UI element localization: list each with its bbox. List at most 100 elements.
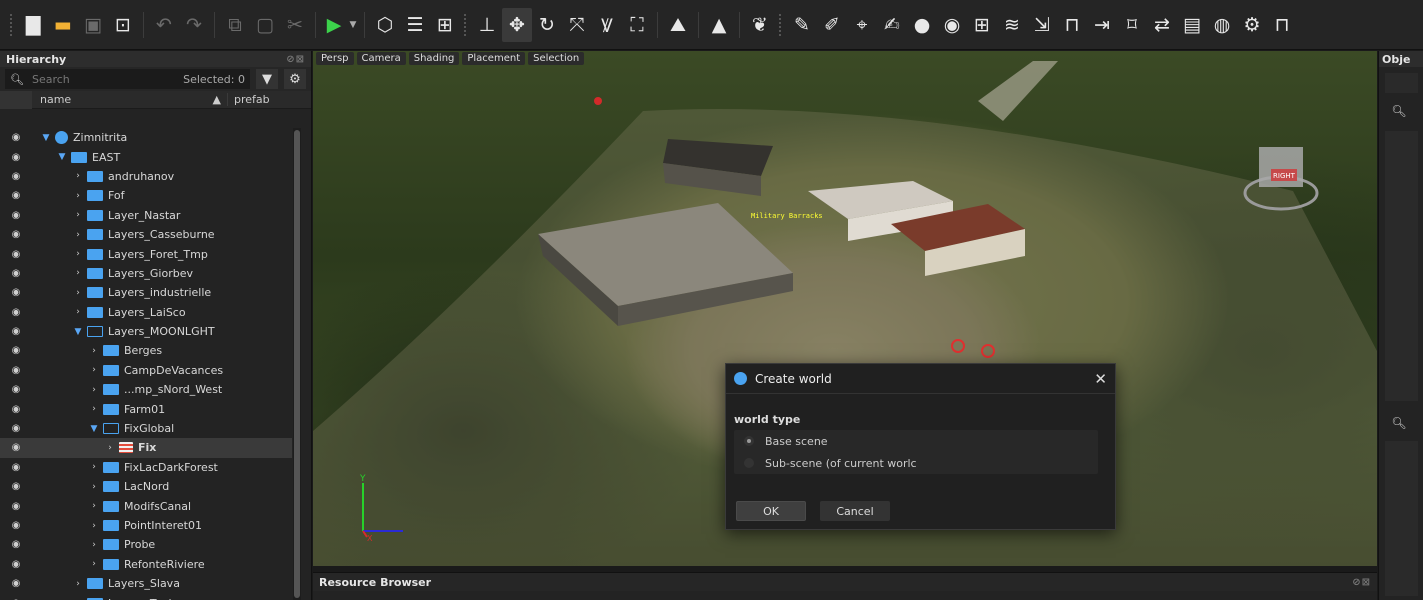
- object-panel-list[interactable]: [1385, 441, 1418, 596]
- visibility-eye-icon[interactable]: ◉: [0, 520, 32, 531]
- mountain-icon[interactable]: ≋: [997, 8, 1027, 42]
- close-icon[interactable]: ✕: [1094, 370, 1107, 388]
- visibility-eye-icon[interactable]: ◉: [0, 559, 32, 570]
- viewport-tab-shading[interactable]: Shading: [408, 52, 460, 65]
- chevron-right-icon[interactable]: ›: [88, 559, 100, 569]
- radio-selected-icon[interactable]: [744, 436, 754, 446]
- tree-row[interactable]: ◉ › RefonteRiviere: [0, 555, 292, 574]
- toolbar-grip[interactable]: [464, 13, 468, 36]
- tree-row[interactable]: ◉ ▼ FixGlobal: [0, 419, 292, 438]
- tree-icon[interactable]: ▲: [704, 8, 734, 42]
- chevron-right-icon[interactable]: ›: [104, 443, 116, 453]
- terrain-icon[interactable]: ⛰: [663, 8, 693, 42]
- tree-row[interactable]: ◉ › LacNord: [0, 477, 292, 496]
- play-icon[interactable]: ▶: [321, 8, 347, 42]
- play-dropdown-chevron-icon[interactable]: ▼: [347, 20, 359, 30]
- chevron-right-icon[interactable]: ›: [88, 385, 100, 395]
- ok-button[interactable]: OK: [736, 501, 806, 521]
- copy-icon[interactable]: ⧉: [220, 8, 250, 42]
- tree-row[interactable]: ◉ › Layers_LaiSco: [0, 303, 292, 322]
- move-icon[interactable]: ✥: [502, 7, 532, 42]
- hierarchy-search-box[interactable]: 🔍︎ Selected: 0: [5, 69, 250, 89]
- tree-row[interactable]: ◉ › Layers_Giorbev: [0, 264, 292, 283]
- filter-icon[interactable]: ▼: [256, 69, 278, 89]
- layers-icon[interactable]: ☰: [400, 8, 430, 42]
- radio-sub-scene[interactable]: Sub-scene (of current worlc: [734, 452, 1098, 474]
- visibility-eye-icon[interactable]: ◉: [0, 404, 32, 415]
- tree-row[interactable]: ◉›Layers_Tanin: [0, 593, 292, 600]
- visibility-eye-icon[interactable]: ◉: [0, 249, 32, 260]
- chevron-down-icon[interactable]: ▼: [56, 152, 68, 162]
- import-icon[interactable]: ⇲: [1027, 8, 1057, 42]
- chevron-right-icon[interactable]: ›: [88, 462, 100, 472]
- tree-row[interactable]: ◉ › Layers_Slava: [0, 574, 292, 593]
- chevron-right-icon[interactable]: ›: [72, 230, 84, 240]
- panel-window-controls-icon[interactable]: ⊘⊠: [286, 54, 305, 65]
- visibility-eye-icon[interactable]: ◉: [0, 501, 32, 512]
- visibility-eye-icon[interactable]: ◉: [0, 423, 32, 434]
- chevron-right-icon[interactable]: ›: [72, 210, 84, 220]
- radio-base-scene[interactable]: Base scene: [734, 430, 1098, 452]
- name-column-header[interactable]: name ▲: [32, 93, 227, 106]
- object-panel-field[interactable]: [1385, 73, 1418, 93]
- visibility-eye-icon[interactable]: ◉: [0, 171, 32, 182]
- save-as-icon[interactable]: ⊡: [108, 8, 138, 42]
- search-icon[interactable]: 🔍︎: [1385, 101, 1413, 121]
- visibility-eye-icon[interactable]: ◉: [0, 307, 32, 318]
- paste-icon[interactable]: ▢: [250, 8, 280, 42]
- visibility-eye-icon[interactable]: ◉: [0, 210, 32, 221]
- tree-row[interactable]: ◉ › Farm01: [0, 399, 292, 418]
- visibility-eye-icon[interactable]: ◉: [0, 365, 32, 376]
- ground-snap-icon[interactable]: ⊥: [472, 8, 502, 42]
- swap-icon[interactable]: ⇄: [1147, 8, 1177, 42]
- chevron-right-icon[interactable]: ›: [88, 404, 100, 414]
- cut-icon[interactable]: ✂: [280, 8, 310, 42]
- tree-row[interactable]: ◉ ▼ Zimnitrita: [0, 128, 292, 147]
- visibility-eye-icon[interactable]: ◉: [0, 132, 32, 143]
- tree-row[interactable]: ◉ › FixLacDarkForest: [0, 458, 292, 477]
- visibility-eye-icon[interactable]: ◉: [0, 345, 32, 356]
- tree-row[interactable]: ◉ › ModifsCanal: [0, 496, 292, 515]
- export-icon[interactable]: ⇥: [1087, 8, 1117, 42]
- visibility-eye-icon[interactable]: ◉: [0, 152, 32, 163]
- tree-row[interactable]: ◉ › Fof: [0, 186, 292, 205]
- visibility-eye-icon[interactable]: ◉: [0, 190, 32, 201]
- prefab-column-header[interactable]: prefab: [227, 93, 270, 106]
- chevron-right-icon[interactable]: ›: [72, 288, 84, 298]
- tree-row[interactable]: ◉ › Layer_Nastar: [0, 206, 292, 225]
- drop-icon[interactable]: ◉: [937, 8, 967, 42]
- viewport-tab-persp[interactable]: Persp: [316, 52, 354, 65]
- chevron-right-icon[interactable]: ›: [72, 307, 84, 317]
- cancel-button[interactable]: Cancel: [820, 501, 890, 521]
- chevron-right-icon[interactable]: ›: [72, 579, 84, 589]
- chevron-right-icon[interactable]: ›: [88, 346, 100, 356]
- rotate-icon[interactable]: ↻: [532, 8, 562, 42]
- chevron-down-icon[interactable]: ▼: [72, 327, 84, 337]
- visibility-eye-icon[interactable]: ◉: [0, 268, 32, 279]
- object-panel-list[interactable]: [1385, 131, 1418, 401]
- hierarchy-icon[interactable]: ⊓: [1267, 8, 1297, 42]
- chevron-right-icon[interactable]: ›: [72, 171, 84, 181]
- network-icon[interactable]: ⊓: [1057, 8, 1087, 42]
- grid-icon[interactable]: ⊞: [967, 8, 997, 42]
- eraser-icon[interactable]: ✐: [817, 8, 847, 42]
- visibility-eye-icon[interactable]: ◉: [0, 229, 32, 240]
- chevron-right-icon[interactable]: ›: [88, 501, 100, 511]
- redo-icon[interactable]: ↷: [179, 8, 209, 42]
- scale-icon[interactable]: ⤧: [562, 8, 592, 42]
- tree-row[interactable]: ◉ › ...mp_sNord_West: [0, 380, 292, 399]
- search-icon[interactable]: 🔍︎: [1385, 413, 1413, 433]
- viewport-tab-camera[interactable]: Camera: [356, 52, 406, 65]
- chevron-right-icon[interactable]: ›: [72, 268, 84, 278]
- cube-icon[interactable]: ⬡: [370, 8, 400, 42]
- crop-icon[interactable]: ⌑: [1117, 8, 1147, 42]
- visibility-eye-icon[interactable]: ◉: [0, 326, 32, 337]
- sphere-icon[interactable]: ●: [907, 8, 937, 42]
- gear-icon[interactable]: ⚙: [284, 69, 306, 89]
- hierarchy-search-input[interactable]: [31, 72, 132, 86]
- tree-row[interactable]: ◉ › Layers_industrielle: [0, 283, 292, 302]
- tree-row[interactable]: ◉ › andruhanov: [0, 167, 292, 186]
- visibility-eye-icon[interactable]: ◉: [0, 539, 32, 550]
- visibility-eye-icon[interactable]: ◉: [0, 481, 32, 492]
- visibility-eye-icon[interactable]: ◉: [0, 384, 32, 395]
